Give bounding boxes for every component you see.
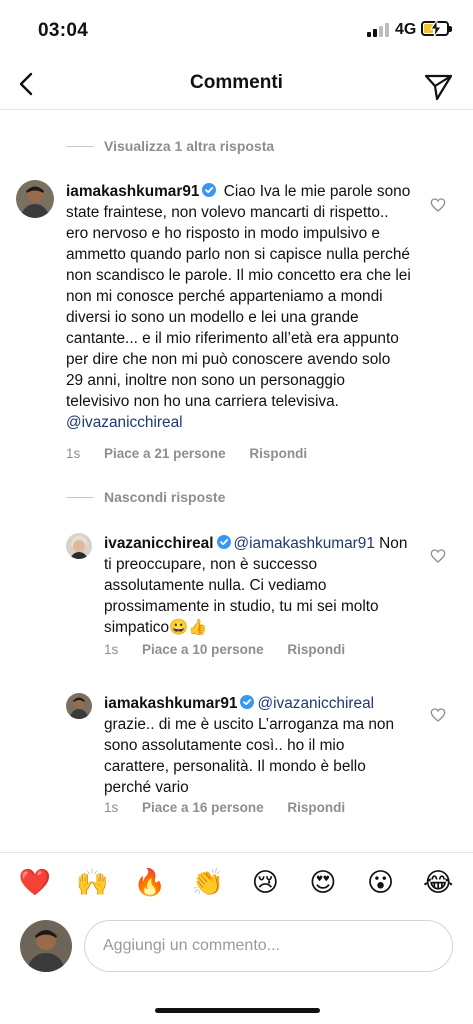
comment-time: 1s xyxy=(104,800,119,815)
home-indicator xyxy=(155,1008,320,1013)
view-more-replies-label: Visualizza 1 altra risposta xyxy=(104,138,275,154)
header: Commenti xyxy=(0,58,473,110)
comment-mention[interactable]: @ivazanicchireal xyxy=(66,414,183,431)
comment-text: iamakashkumar91 Ciao Iva le mie parole s… xyxy=(66,181,411,433)
network-label: 4G xyxy=(395,21,417,38)
thread-line xyxy=(66,496,94,498)
comment-username[interactable]: iamakashkumar91 xyxy=(104,695,237,712)
status-time: 03:04 xyxy=(38,20,89,41)
comment-meta: 1s Piace a 10 persone Rispondi xyxy=(104,642,365,657)
thread-line xyxy=(66,145,94,147)
comment-time: 1s xyxy=(104,642,119,657)
comment-mention[interactable]: @ivazanicchireal xyxy=(257,695,374,712)
like-button[interactable] xyxy=(430,707,448,725)
emoji-heart-button[interactable]: ❤️ xyxy=(15,868,55,898)
emoji-raised-hands-button[interactable]: 🙌 xyxy=(72,868,112,898)
heart-icon xyxy=(430,198,446,212)
reply-button[interactable]: Rispondi xyxy=(249,446,307,461)
emoji-heart-eyes-button[interactable]: 😍 xyxy=(303,868,343,898)
emoji-fire-button[interactable]: 🔥 xyxy=(130,868,170,898)
comment-text: iamakashkumar91 @ivazanicchireal grazie..… xyxy=(104,693,412,798)
heart-icon xyxy=(430,549,446,563)
reply-button[interactable]: Rispondi xyxy=(287,642,345,657)
avatar[interactable] xyxy=(66,533,92,559)
verified-badge-icon xyxy=(202,183,217,197)
view-more-replies-button[interactable]: Visualizza 1 altra risposta xyxy=(66,138,274,154)
comment-mention[interactable]: @iamakashkumar91 xyxy=(234,535,375,552)
comment-username[interactable]: iamakashkumar91 xyxy=(66,183,199,200)
comment-username[interactable]: ivazanicchireal xyxy=(104,535,214,552)
paper-plane-icon xyxy=(424,74,453,101)
avatar[interactable] xyxy=(66,693,92,719)
comment-meta: 1s Piace a 16 persone Rispondi xyxy=(104,800,365,815)
verified-badge-icon xyxy=(240,695,255,709)
emoji-surprised-button[interactable]: 😮 xyxy=(361,868,401,898)
comment-content: Ciao Iva le mie parole sono state fraint… xyxy=(66,183,411,410)
comment-time: 1s xyxy=(66,446,81,461)
page-title: Commenti xyxy=(190,72,283,93)
status-bar: 03:04 4G xyxy=(0,0,473,58)
verified-badge-icon xyxy=(216,535,231,549)
comment-content: grazie.. di me è uscito L’arroganza ma n… xyxy=(104,716,395,796)
likes-count-button[interactable]: Piace a 10 persone xyxy=(142,642,264,657)
hide-replies-label: Nascondi risposte xyxy=(104,489,226,505)
like-button[interactable] xyxy=(430,548,448,566)
heart-icon xyxy=(430,708,446,722)
battery-icon xyxy=(421,20,452,37)
emoji-quick-bar: ❤️ 🙌 🔥 👏 😢 😍 😮 😂 xyxy=(0,852,473,912)
like-button[interactable] xyxy=(430,197,448,215)
send-button[interactable] xyxy=(420,68,456,104)
likes-count-button[interactable]: Piace a 16 persone xyxy=(142,800,264,815)
emoji-crying-button[interactable]: 😢 xyxy=(245,868,285,898)
signal-icon xyxy=(367,23,389,37)
hide-replies-button[interactable]: Nascondi risposte xyxy=(66,489,225,505)
comment-text: ivazanicchireal @iamakashkumar91 Non ti p… xyxy=(104,533,412,638)
emoji-laughing-button[interactable]: 😂 xyxy=(418,868,458,898)
reply-button[interactable]: Rispondi xyxy=(287,800,345,815)
comment-input[interactable] xyxy=(84,920,453,972)
comment-meta: 1s Piace a 21 persone Rispondi xyxy=(66,446,327,461)
avatar[interactable] xyxy=(16,180,54,218)
emoji-clap-button[interactable]: 👏 xyxy=(188,868,228,898)
current-user-avatar xyxy=(20,920,72,972)
likes-count-button[interactable]: Piace a 21 persone xyxy=(104,446,226,461)
